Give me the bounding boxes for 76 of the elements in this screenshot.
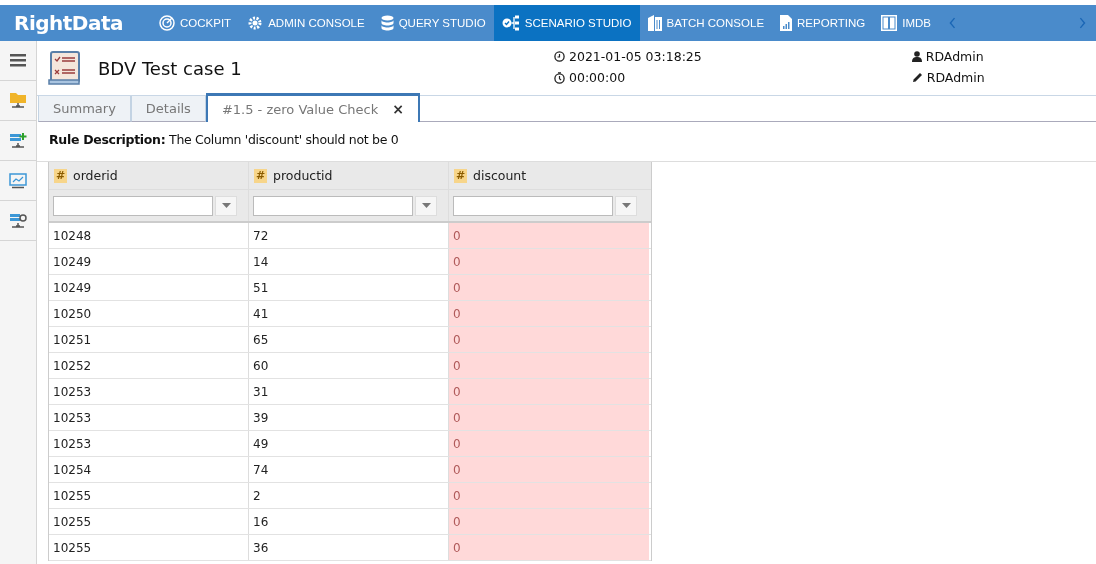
rule-description: Rule Description: The Column 'discount' should not be 0 [49,132,399,147]
document-stack-icon [647,15,662,31]
filter-field[interactable] [453,195,613,216]
report-icon [780,15,793,31]
filter-dropdown[interactable] [415,195,437,216]
add-table-icon[interactable] [9,131,27,150]
nav-tab[interactable]: QUERY STUDIO [372,5,494,41]
table-cell: 0 [449,249,649,274]
table-cell: 0 [449,535,649,560]
table-cell: 0 [449,457,649,482]
tab[interactable]: #1.5 - zero Value Check × [205,93,420,122]
table-cell: 10253 [49,379,249,404]
app-logo: RightData [14,11,124,35]
target-icon [159,15,176,31]
table-cell: 0 [449,327,649,352]
table-cell: 0 [449,275,649,300]
flow-icon [501,15,520,31]
columns-icon [881,15,898,31]
table-cell: 10253 [49,431,249,456]
nav-tab[interactable]: ADMIN CONSOLE [239,5,373,41]
gear-icon [247,15,264,31]
table-cell: 0 [449,301,649,326]
monitor-chart-icon[interactable] [9,172,27,189]
nav-tab[interactable]: COCKPIT [151,5,240,41]
table-cell: 0 [449,379,649,404]
table-cell: 0 [449,405,649,430]
pencil-icon [911,72,923,83]
table-cell: 10249 [49,249,249,274]
folder-icon[interactable] [9,91,27,110]
table-cell: 10251 [49,327,249,352]
stopwatch-icon [554,71,565,84]
owner-name: RDAdmin [925,49,984,64]
caret-icon [221,203,231,208]
filter-dropdown[interactable] [615,195,637,216]
close-tab-button[interactable]: × [392,101,404,117]
clock-icon [554,51,565,62]
table-cell: 10255 [49,509,249,534]
database-icon [380,15,394,31]
run-timestamp: 2021-01-05 03:18:25 [569,49,702,64]
table-cell: 10255 [49,535,249,560]
table-settings-icon[interactable] [9,211,27,230]
menu-icon[interactable] [10,54,26,67]
column-header[interactable]: # orderid [49,162,249,189]
nav-tab[interactable]: REPORTING [772,5,874,41]
filter-dropdown[interactable] [215,195,237,216]
numeric-type-icon: # [254,168,267,183]
nav-tab[interactable]: BATCH CONSOLE [639,5,773,41]
caret-icon [621,203,631,208]
filter-field[interactable] [53,195,213,216]
run-duration: 00:00:00 [569,70,626,85]
table-cell: 10250 [49,301,249,326]
table-cell: 0 [449,483,649,508]
user-icon [911,51,922,62]
column-header[interactable]: # discount [449,162,649,189]
table-cell: 0 [449,353,649,378]
caret-icon [421,203,431,208]
table-cell: 10255 [49,483,249,508]
numeric-type-icon: # [454,168,467,183]
tab[interactable]: Details [130,96,206,122]
numeric-type-icon: # [54,168,67,183]
table-cell: 10248 [49,223,249,248]
table-cell: 10253 [49,405,249,430]
column-header[interactable]: # productid [249,162,449,189]
editor-name: RDAdmin [926,70,985,85]
table-cell: 0 [449,223,649,248]
table-cell: 10249 [49,275,249,300]
filter-field[interactable] [253,195,413,216]
table-cell: 0 [449,509,649,534]
tab[interactable]: Summary [38,96,131,122]
table-cell: 0 [449,431,649,456]
nav-tab[interactable]: IMDB [873,5,939,41]
table-cell: 10254 [49,457,249,482]
test-case-title: BDV Test case 1 [98,57,243,79]
table-cell: 10252 [49,353,249,378]
scroll-document-icon [47,50,83,86]
nav-tab[interactable]: SCENARIO STUDIO [493,5,640,41]
